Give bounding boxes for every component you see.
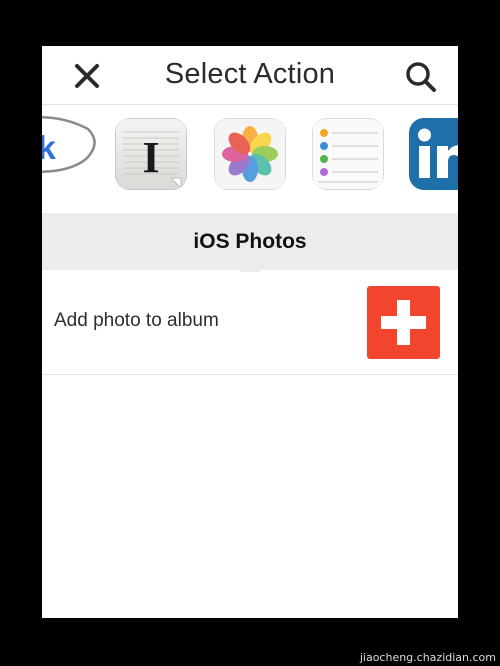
action-label: Add photo to album [54,310,219,331]
watermark: jiaocheng.chazidian.com [359,651,496,664]
page-title: Select Action [164,58,336,90]
search-button[interactable] [404,60,438,94]
app-instapaper[interactable]: I [115,118,187,190]
instapaper-icon: I [115,118,187,190]
header-bar: Select Action [42,46,458,105]
svg-text:I: I [142,133,159,182]
action-add-photo-to-album[interactable]: Add photo to album [42,270,458,375]
action-picker-screen: Select Action alk [42,46,458,618]
linkedin-icon [409,118,458,190]
reminders-list-icon [312,118,384,190]
add-action-button[interactable] [367,286,440,359]
svg-text:alk: alk [42,129,57,166]
selected-app-title: iOS Photos [42,213,458,270]
app-linkedin[interactable] [409,118,458,190]
search-icon [406,62,436,92]
app-ios-photos[interactable] [214,118,286,190]
photos-flower-icon [214,118,286,190]
app-reminders[interactable] [312,118,384,190]
app-google-talk[interactable]: alk [42,115,98,193]
app-carousel[interactable]: alk I [42,105,458,272]
talk-bubble-icon: alk [42,116,96,173]
